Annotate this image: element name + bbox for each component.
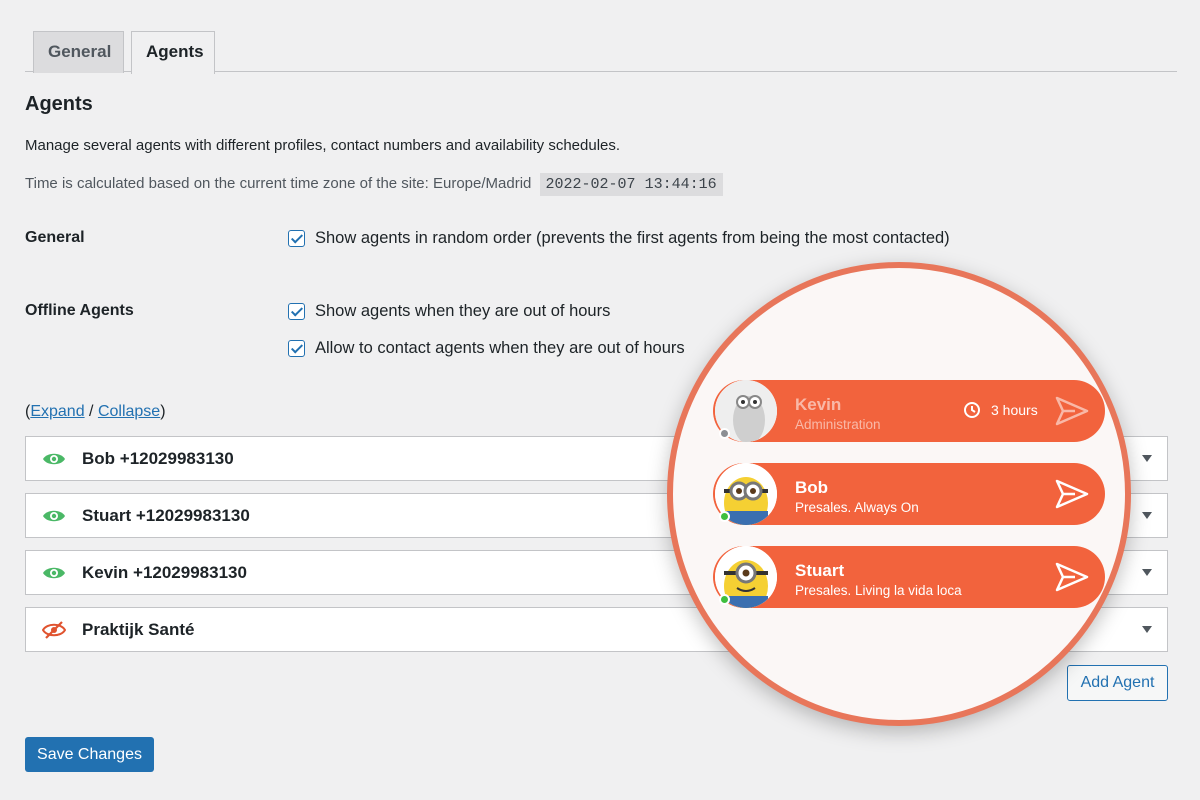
send-icon[interactable] <box>1055 561 1089 593</box>
save-changes-button[interactable]: Save Changes <box>25 737 154 772</box>
checkbox-checked-icon[interactable] <box>288 340 305 357</box>
paren-close: ) <box>160 403 166 420</box>
tab-general[interactable]: General <box>33 31 124 73</box>
agent-pill-stuart[interactable]: Stuart Presales. Living la vida loca <box>713 546 1105 608</box>
timezone-text: Time is calculated based on the current … <box>25 175 532 192</box>
offline-section-label: Offline Agents <box>25 302 134 319</box>
caret-down-icon[interactable] <box>1142 512 1152 519</box>
status-dot <box>719 594 730 605</box>
random-order-checkbox[interactable]: Show agents in random order (prevents th… <box>288 229 950 248</box>
agent-name: Praktijk Santé <box>82 619 195 639</box>
eye-icon[interactable] <box>42 508 66 524</box>
send-icon[interactable] <box>1055 478 1089 510</box>
clock-icon <box>964 402 980 418</box>
allow-contact-offline-label: Allow to contact agents when they are ou… <box>315 339 685 357</box>
allow-contact-offline-checkbox[interactable]: Allow to contact agents when they are ou… <box>288 339 685 358</box>
agent-name: Kevin +12029983130 <box>82 562 247 582</box>
caret-down-icon[interactable] <box>1142 455 1152 462</box>
show-offline-checkbox[interactable]: Show agents when they are out of hours <box>288 302 610 321</box>
add-agent-button[interactable]: Add Agent <box>1067 665 1168 701</box>
agent-pill-bob[interactable]: Bob Presales. Always On <box>713 463 1105 525</box>
expand-collapse-links: (Expand / Collapse) <box>25 403 166 421</box>
agent-name: Stuart +12029983130 <box>82 505 250 525</box>
general-section-label: General <box>25 229 85 246</box>
status-dot <box>719 428 730 439</box>
separator: / <box>84 403 98 420</box>
preview-agent-role: Presales. Living la vida loca <box>795 583 962 598</box>
status-dot <box>719 511 730 522</box>
preview-agent-name: Stuart <box>795 561 845 580</box>
page-description: Manage several agents with different pro… <box>25 137 621 154</box>
preview-agent-role: Presales. Always On <box>795 500 919 515</box>
page-title: Agents <box>25 93 93 115</box>
preview-agent-role: Administration <box>795 417 881 432</box>
checkbox-checked-icon[interactable] <box>288 303 305 320</box>
availability-hours: 3 hours <box>963 401 1038 419</box>
preview-agent-name: Kevin <box>795 395 842 414</box>
current-datetime: 2022-02-07 13:44:16 <box>539 173 723 196</box>
collapse-link[interactable]: Collapse <box>98 403 160 420</box>
send-icon[interactable] <box>1055 395 1089 427</box>
hours-text: 3 hours <box>991 402 1038 418</box>
settings-tabs: General Agents <box>25 29 1177 74</box>
show-offline-label: Show agents when they are out of hours <box>315 302 611 320</box>
random-order-label: Show agents in random order (prevents th… <box>315 229 950 247</box>
checkbox-checked-icon[interactable] <box>288 230 305 247</box>
eye-icon[interactable] <box>42 451 66 467</box>
caret-down-icon[interactable] <box>1142 626 1152 633</box>
agent-pill-kevin[interactable]: Kevin Administration 3 hours <box>713 380 1105 442</box>
caret-down-icon[interactable] <box>1142 569 1152 576</box>
eye-icon[interactable] <box>42 565 66 581</box>
tab-agents[interactable]: Agents <box>131 31 215 74</box>
timezone-info: Time is calculated based on the current … <box>25 173 723 196</box>
agents-preview-magnifier: Kevin Administration 3 hours Bob Presale… <box>667 262 1131 726</box>
eye-slash-icon[interactable] <box>42 620 66 640</box>
preview-agent-name: Bob <box>795 478 829 497</box>
agent-name: Bob +12029983130 <box>82 448 234 468</box>
expand-link[interactable]: Expand <box>30 403 84 420</box>
